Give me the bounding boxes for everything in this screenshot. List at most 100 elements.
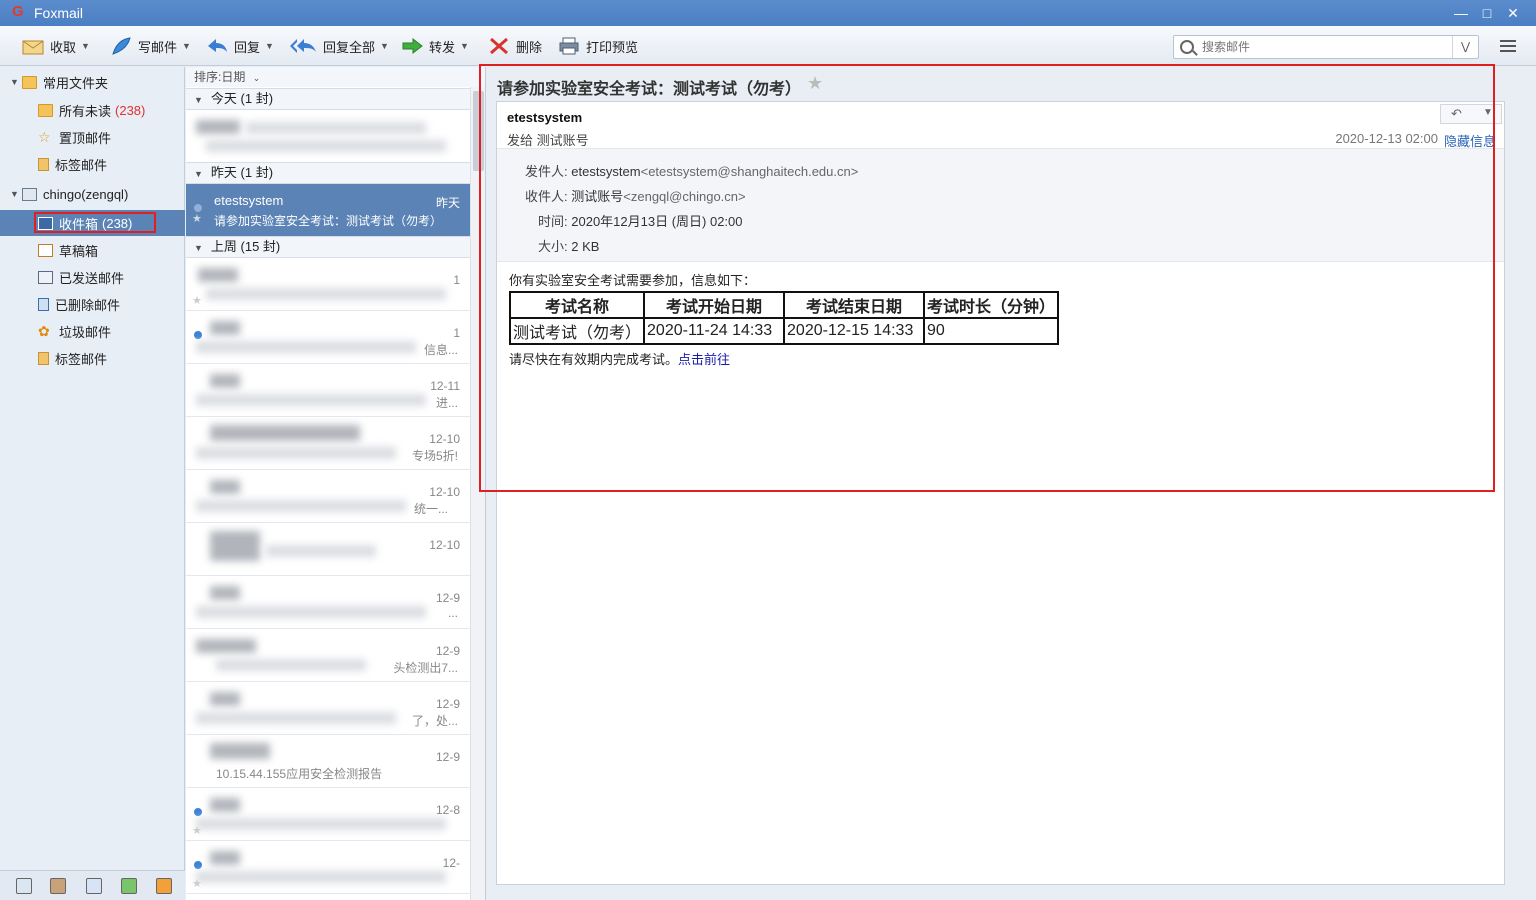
mail-list-pane: 排序:日期 ⌄ ▼ 今天 (1 封) ▼ 昨天 (1 封) etestsystem … xyxy=(186,67,486,900)
reply-button[interactable]: 回复 ▼ xyxy=(206,34,274,58)
folder-label: 置顶邮件 xyxy=(59,130,112,146)
folder-junk[interactable]: ✿ 垃圾邮件 xyxy=(0,318,185,344)
search-options-chevron-icon[interactable]: ⋁ xyxy=(1452,36,1478,58)
chevron-down-icon: ⌄ xyxy=(252,73,261,83)
delete-x-icon xyxy=(490,37,508,55)
contacts-icon[interactable] xyxy=(50,878,66,894)
compose-label: 写邮件 xyxy=(138,39,178,55)
maximize-button[interactable]: □ xyxy=(1476,3,1498,23)
mail-snippet: ... xyxy=(447,606,458,620)
star-icon[interactable]: ★ xyxy=(192,877,202,890)
mail-sender: etestsystem xyxy=(214,193,284,208)
folder-group-label: 常用文件夹 xyxy=(43,75,109,91)
mail-snippet: 10.15.44.155应用安全检测报告 xyxy=(216,767,383,781)
list-item[interactable]: 12-9 头检测出7... xyxy=(186,629,470,682)
read-status-icon xyxy=(194,204,202,212)
reply-all-label: 回复全部 xyxy=(323,39,376,55)
printer-icon xyxy=(559,37,579,55)
list-item[interactable]: 12-11 进... xyxy=(186,364,470,417)
rss-icon[interactable] xyxy=(156,878,172,894)
collapse-triangle-icon[interactable]: ▼ xyxy=(194,169,203,179)
redacted-sender xyxy=(210,586,240,600)
folder-tagged[interactable]: 标签邮件 xyxy=(0,151,185,177)
collapse-triangle-icon[interactable]: ▼ xyxy=(10,189,22,199)
compose-button[interactable]: 写邮件 ▼ xyxy=(110,34,191,58)
collapse-triangle-icon[interactable]: ▼ xyxy=(10,77,22,87)
trash-icon xyxy=(38,297,49,311)
redacted-sender xyxy=(210,692,240,706)
folder-deleted[interactable]: 已删除邮件 xyxy=(0,291,185,317)
list-item[interactable]: 12-9 了，处... xyxy=(186,682,470,735)
list-item[interactable] xyxy=(186,110,470,163)
search-box[interactable]: ⋁ xyxy=(1173,35,1479,59)
account-icon xyxy=(22,187,37,201)
account-chingo[interactable]: ▼ chingo(zengql) xyxy=(0,181,185,207)
list-item[interactable]: 12-9 ... xyxy=(186,576,470,629)
group-header-yesterday[interactable]: ▼ 昨天 (1 封) xyxy=(186,162,470,184)
folder-label: 所有未读 xyxy=(59,103,112,119)
redacted-text xyxy=(266,545,376,557)
list-item[interactable]: 12-10 专场5折! xyxy=(186,417,470,470)
folder-all-unread[interactable]: 所有未读 (238) xyxy=(0,97,185,123)
mail-view-icon[interactable] xyxy=(16,878,32,894)
redacted-sender xyxy=(198,268,238,282)
redacted-text xyxy=(196,500,406,512)
folder-pinned[interactable]: ☆ 置顶邮件 xyxy=(0,124,185,150)
folder-sent[interactable]: 已发送邮件 xyxy=(0,264,185,290)
list-item[interactable]: 1 信息... xyxy=(186,311,470,364)
list-item[interactable]: 12-9 10.15.44.155应用安全检测报告 xyxy=(186,735,470,788)
star-icon[interactable]: ★ xyxy=(192,212,202,225)
folder-icon xyxy=(22,75,37,89)
receive-button[interactable]: 收取 ▼ xyxy=(22,34,90,58)
redacted-sender xyxy=(210,480,240,494)
junk-icon: ✿ xyxy=(38,322,50,339)
list-item[interactable]: 12-10 统一... xyxy=(186,470,470,523)
folder-label: 已发送邮件 xyxy=(59,270,125,286)
calendar-icon[interactable] xyxy=(86,878,102,894)
group-header-last-week[interactable]: ▼ 上周 (15 封) xyxy=(186,236,470,258)
folder-drafts[interactable]: 草稿箱 xyxy=(0,237,185,263)
close-button[interactable]: ✕ xyxy=(1502,3,1524,23)
redacted-text xyxy=(196,871,446,883)
list-item[interactable]: 12- ★ xyxy=(186,841,470,894)
envelope-icon xyxy=(22,40,44,55)
folder-label: 已删除邮件 xyxy=(55,297,121,313)
mail-snippet: 专场5折! xyxy=(411,449,458,463)
mail-date: 12-8 xyxy=(435,803,460,817)
list-item[interactable]: 12-10 xyxy=(186,523,470,576)
notes-icon[interactable] xyxy=(121,878,137,894)
reply-arrow-icon xyxy=(208,39,227,52)
forward-arrow-icon xyxy=(402,37,423,55)
delete-button[interactable]: 删除 xyxy=(488,34,542,58)
mail-date: 1 xyxy=(453,273,460,287)
mail-date: 12-9 xyxy=(435,697,460,711)
collapse-triangle-icon[interactable]: ▼ xyxy=(194,95,203,105)
folder-group-common[interactable]: ▼ 常用文件夹 xyxy=(0,69,185,95)
toolbar: 收取 ▼ 写邮件 ▼ 回复 ▼ 回复全部 ▼ 转发 ▼ 删除 打印预览 ⋁ xyxy=(0,26,1536,66)
list-item[interactable]: 1 ★ xyxy=(186,258,470,311)
list-item-selected[interactable]: etestsystem 昨天 ★ 请参加实验室安全考试：测试考试（勿考） xyxy=(186,184,470,237)
main-menu-icon[interactable] xyxy=(1500,40,1516,54)
highlight-box-mail-content xyxy=(479,64,1495,492)
forward-button[interactable]: 转发 ▼ xyxy=(401,34,469,58)
redacted-text xyxy=(196,606,426,618)
collapse-triangle-icon[interactable]: ▼ xyxy=(194,243,203,253)
forward-label: 转发 xyxy=(429,39,456,55)
search-input[interactable] xyxy=(1202,38,1442,56)
list-item[interactable]: 12-8 ★ xyxy=(186,788,470,841)
unread-count: (238) xyxy=(115,102,146,118)
folder-account-tagged[interactable]: 标签邮件 xyxy=(0,345,185,371)
mail-date: 12- xyxy=(442,856,460,870)
group-label: 今天 (1 封) xyxy=(210,91,274,106)
redacted-text xyxy=(206,288,446,300)
star-icon[interactable]: ★ xyxy=(192,824,202,837)
group-label: 昨天 (1 封) xyxy=(210,165,274,180)
group-header-today[interactable]: ▼ 今天 (1 封) xyxy=(186,88,470,110)
minimize-button[interactable]: — xyxy=(1450,3,1472,23)
sort-selector[interactable]: 排序:日期 ⌄ xyxy=(186,67,485,87)
print-preview-button[interactable]: 打印预览 xyxy=(558,34,638,58)
mail-snippet: 统一... xyxy=(413,502,448,516)
star-icon[interactable]: ★ xyxy=(192,294,202,307)
reply-all-button[interactable]: 回复全部 ▼ xyxy=(289,34,389,58)
mail-subject: 请参加实验室安全考试：测试考试（勿考） xyxy=(214,214,443,228)
